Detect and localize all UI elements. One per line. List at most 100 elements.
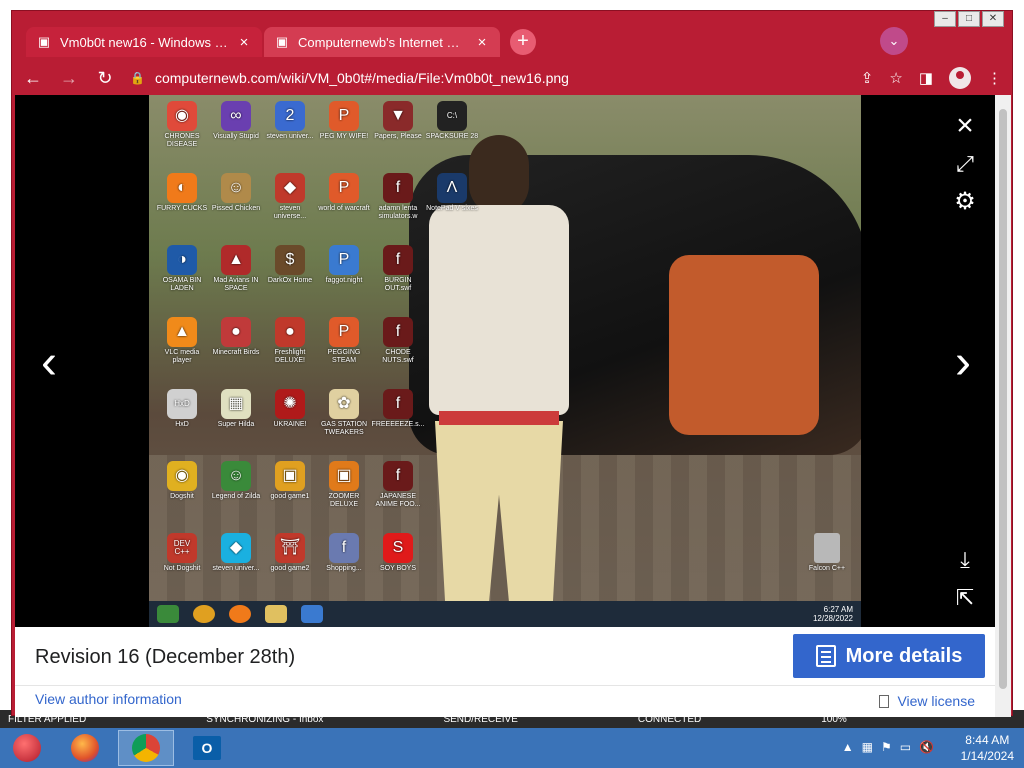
desktop-icon-image: 2 — [275, 101, 305, 131]
tray-expand-icon[interactable]: ▲ — [842, 740, 854, 754]
system-tray: ▲ ▦ ⚑ ▭ 🔇 — [842, 740, 934, 754]
desktop-icon: Pworld of warcraft — [317, 173, 371, 213]
desktop-icon-image: DEV C++ — [167, 533, 197, 563]
desktop-icon-image: ☺ — [221, 461, 251, 491]
share-icon[interactable]: ⇱ — [950, 585, 980, 611]
clock-date: 1/14/2024 — [960, 749, 1014, 763]
desktop-icon: ⛩ good game2 — [263, 533, 317, 573]
desktop-icon: f JAPANESE ANIME FOO... — [371, 461, 425, 509]
side-panel-icon[interactable]: ◨ — [919, 69, 933, 87]
taskbar-clock[interactable]: 8:44 AM 1/14/2024 — [961, 732, 1014, 764]
desktop-icon-image: ◉ — [167, 101, 197, 131]
desktop-icon: ◑ OSAMA BIN LADEN — [155, 245, 209, 293]
desktop-icon-image: ▼ — [383, 101, 413, 131]
close-tab-icon[interactable]: × — [236, 34, 252, 51]
desktop-icon-label: UKRAINE! — [273, 421, 307, 428]
inner-chrome-icon — [193, 605, 215, 623]
profile-avatar[interactable] — [949, 67, 971, 89]
desktop-icon-label: Dogshit — [170, 493, 194, 500]
volume-muted-icon[interactable]: 🔇 — [919, 740, 934, 754]
desktop-icon-label: good game2 — [270, 565, 310, 572]
forward-icon[interactable]: → — [58, 68, 80, 89]
desktop-icon: ● Minecraft Birds — [209, 317, 263, 357]
desktop-icon-label: Not Dogshit — [163, 565, 201, 572]
desktop-icon-image: f — [383, 317, 413, 347]
scrollbar-thumb[interactable] — [999, 109, 1007, 689]
minimize-button[interactable]: – — [934, 11, 956, 27]
close-viewer-icon[interactable]: × — [950, 111, 980, 141]
desktop-icon-label: Pissed Chicken — [211, 205, 261, 212]
desktop-icon: f FREEEEEZE.s... — [371, 389, 425, 429]
browser-window: ▣ Vm0b0t new16 - Windows Embe × ▣ Comput… — [11, 10, 1013, 717]
desktop-icon: ✿ GAS STATION TWEAKERS — [317, 389, 371, 437]
next-image-icon[interactable]: › — [945, 339, 981, 387]
desktop-icon-image: ◉ — [167, 461, 197, 491]
desktop-icon: S SOY BOYS — [371, 533, 425, 573]
more-details-button[interactable]: More details — [793, 634, 985, 678]
desktop-icon: ◆ steven univer... — [209, 533, 263, 573]
tab-inactive[interactable]: ▣ Computernewb's Internet Pub H × — [264, 27, 500, 57]
license-link[interactable]: View license — [879, 693, 975, 709]
close-tab-icon[interactable]: × — [474, 34, 490, 51]
browser-toolbar: ← → ↻ 🔒 computernewb.com/wiki/VM_0b0t#/m… — [12, 61, 1012, 95]
lock-icon[interactable]: 🔒 — [130, 71, 145, 85]
close-window-button[interactable]: ✕ — [982, 11, 1004, 27]
new-tab-button[interactable]: + — [510, 29, 536, 55]
vertical-scrollbar[interactable] — [995, 95, 1011, 717]
desktop-icon-image: ▲ — [221, 245, 251, 275]
desktop-icon: ◐ FURRY CUCKS — [155, 173, 209, 213]
page-icon: ▣ — [37, 34, 51, 49]
desktop-icon-label: adamn lenta simulators.w — [378, 205, 418, 220]
maximize-button[interactable]: □ — [958, 11, 980, 27]
inner-taskbar: 6:27 AM 12/28/2022 — [149, 601, 861, 627]
taskbar-firefox[interactable] — [62, 730, 108, 766]
gear-icon[interactable]: ⚙ — [950, 187, 980, 216]
media-info-panel: Revision 16 (December 28th) More details… — [15, 627, 995, 717]
falcon-icon: Falcon C++ — [797, 533, 857, 572]
display-icon[interactable]: ▭ — [900, 740, 911, 754]
desktop-icon: ◆ steven universe... — [263, 173, 317, 221]
network-icon[interactable]: ▦ — [862, 740, 873, 754]
url-text[interactable]: computernewb.com/wiki/VM_0b0t#/media/Fil… — [155, 70, 569, 86]
start-button[interactable] — [4, 730, 50, 766]
taskbar-chrome[interactable] — [118, 730, 174, 766]
divider — [15, 685, 995, 686]
bookmark-star-icon[interactable]: ☆ — [889, 69, 902, 87]
desktop-icon-image: ▣ — [275, 461, 305, 491]
firefox-icon — [71, 734, 99, 762]
chrome-icon — [132, 734, 160, 762]
reload-icon[interactable]: ↻ — [94, 68, 116, 89]
taskbar-outlook[interactable]: O — [184, 730, 230, 766]
desktop-icon: ◉ CHRONES DISEASE — [155, 101, 209, 149]
tab-title: Vm0b0t new16 - Windows Embe — [60, 34, 228, 50]
desktop-icon-image: ✺ — [275, 389, 305, 419]
desktop-icon-image: P — [329, 173, 359, 203]
file-details-icon — [815, 645, 836, 667]
desktop-icon: ▣ good game1 — [263, 461, 317, 501]
desktop-icon-label: PEG MY WIFE! — [319, 133, 369, 140]
address-bar[interactable]: 🔒 computernewb.com/wiki/VM_0b0t#/media/F… — [130, 70, 847, 86]
desktop-icon-image: ⛩ — [275, 533, 305, 563]
license-label[interactable]: View license — [897, 693, 975, 709]
desktop-icon: ∞ Visually Stupid — [209, 101, 263, 141]
desktop-icon-label: BURGIN OUT.swf — [384, 277, 412, 292]
author-info-link[interactable]: View author information — [35, 691, 182, 707]
desktop-icon-label: VLC media player — [164, 349, 200, 364]
download-icon[interactable]: ⤓ — [950, 547, 980, 573]
desktop-icon: C:\ SPACKSURE 28 — [425, 101, 479, 141]
fullscreen-icon[interactable]: ⤢ — [950, 151, 980, 177]
desktop-icon: Pfaggot.night — [317, 245, 371, 285]
menu-kebab-icon[interactable]: ⋮ — [987, 69, 1002, 87]
back-icon[interactable]: ← — [22, 68, 44, 89]
share-page-icon[interactable]: ⇪ — [861, 69, 874, 87]
window-controls: – □ ✕ — [934, 11, 1004, 27]
desktop-icon-image: ▦ — [221, 389, 251, 419]
desktop-icon: 2 steven univer... — [263, 101, 317, 141]
desktop-icon-image: f — [383, 461, 413, 491]
tab-search-button[interactable]: ⌄ — [880, 27, 908, 55]
tab-active[interactable]: ▣ Vm0b0t new16 - Windows Embe × — [26, 27, 262, 57]
desktop-icon-image: P — [329, 101, 359, 131]
previous-image-icon[interactable]: ‹ — [31, 339, 67, 387]
flag-icon[interactable]: ⚑ — [881, 740, 892, 754]
desktop-icon-image: Λ — [437, 173, 467, 203]
